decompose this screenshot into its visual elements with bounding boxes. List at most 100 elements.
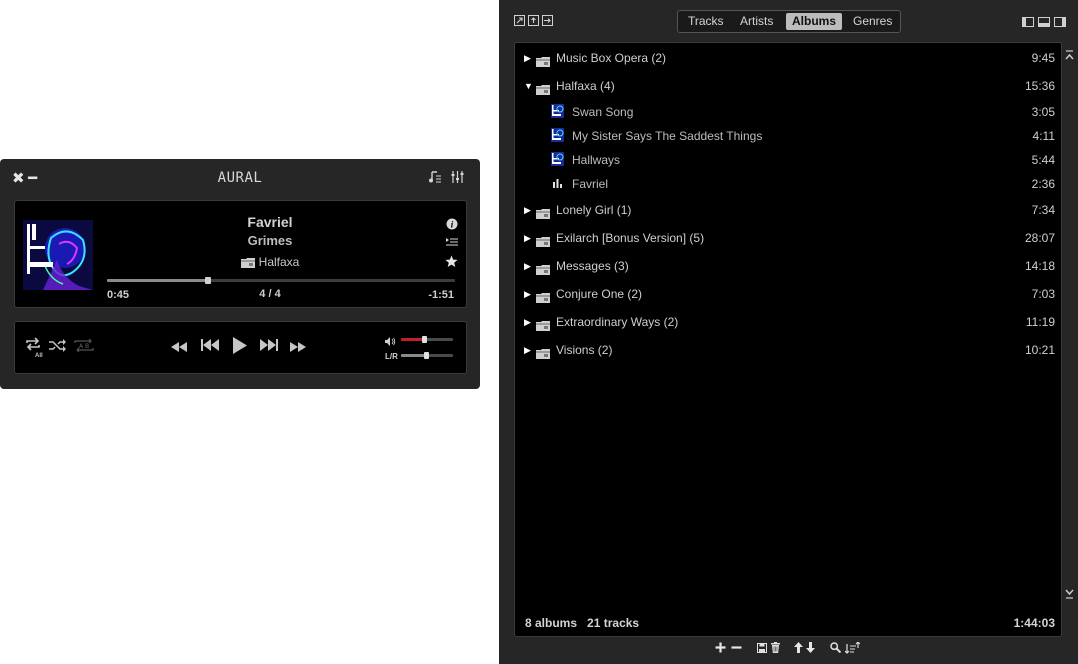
expand-triangle-icon[interactable]: ▶ <box>524 317 531 327</box>
album-row[interactable]: ▶ Music Box Opera (2) 9:45 <box>515 49 1061 73</box>
album-name: Music Box Opera (2) <box>556 51 667 65</box>
album-row[interactable]: ▶ Extraordinary Ways (2) 11:19 <box>515 313 1061 337</box>
volume-fill <box>401 338 425 341</box>
track-duration: 2:36 <box>1031 177 1055 191</box>
album-list[interactable]: ▶ Music Box Opera (2) 9:45 ▼ Halfaxa (4)… <box>514 42 1062 637</box>
info-icon[interactable]: i <box>446 218 458 233</box>
equalizer-icon[interactable] <box>451 171 464 186</box>
previous-track-icon[interactable] <box>201 339 219 355</box>
expand-triangle-icon[interactable]: ▶ <box>524 289 531 299</box>
album-row[interactable]: ▶ Conjure One (2) 7:03 <box>515 285 1061 309</box>
track-duration: 3:05 <box>1031 105 1055 119</box>
album-row[interactable]: ▼ Halfaxa (4) 15:36 <box>515 77 1061 101</box>
album-row[interactable]: ▶ Messages (3) 14:18 <box>515 257 1061 281</box>
controls-panel: All AB L/R <box>14 321 467 374</box>
now-playing-bars-icon <box>551 176 564 190</box>
album-name: Messages (3) <box>556 259 629 273</box>
album-row[interactable]: ▶ Visions (2) 10:21 <box>515 341 1061 365</box>
seek-knob[interactable] <box>204 277 211 284</box>
shuffle-icon[interactable] <box>49 339 68 356</box>
volume-icon[interactable] <box>385 334 396 350</box>
track-name: Favriel <box>572 177 609 191</box>
track-album[interactable]: Halfaxa <box>107 255 433 271</box>
album-count: 8 albums <box>525 616 578 630</box>
playlist-view-icon[interactable] <box>428 171 442 186</box>
left-panel-icon[interactable] <box>1022 17 1034 27</box>
folder-icon <box>240 257 255 271</box>
track-count: 21 tracks <box>587 616 640 630</box>
album-name: Exilarch [Bonus Version] (5) <box>556 231 705 245</box>
scroll-to-bottom-icon[interactable] <box>1065 588 1074 602</box>
seek-forward-icon[interactable] <box>290 340 306 356</box>
track-name: My Sister Says The Saddest Things <box>572 129 763 143</box>
track-row-now-playing[interactable]: Favriel 2:36 <box>515 175 1061 199</box>
album-duration: 7:34 <box>1031 203 1055 217</box>
track-name: Swan Song <box>572 105 634 119</box>
collapse-triangle-icon[interactable]: ▼ <box>524 81 533 91</box>
add-icon[interactable] <box>715 642 726 656</box>
layout-toggles <box>1018 14 1066 32</box>
trash-icon[interactable] <box>771 642 780 656</box>
save-icon[interactable] <box>757 642 767 656</box>
remove-icon[interactable] <box>731 642 742 656</box>
ab-loop-icon[interactable]: AB <box>74 338 94 356</box>
play-icon[interactable] <box>232 336 248 359</box>
album-art-thumbnail-icon <box>551 128 564 142</box>
album-duration: 28:07 <box>1024 231 1055 245</box>
track-album-label: Halfaxa <box>258 255 300 269</box>
now-playing-panel: Favriel Grimes Halfaxa 0:45 4 / 4 -1:51 … <box>14 200 467 308</box>
volume-slider[interactable] <box>401 336 453 343</box>
album-row[interactable]: ▶ Lonely Girl (1) 7:34 <box>515 201 1061 225</box>
folder-icon <box>536 54 550 72</box>
sort-icon[interactable] <box>844 641 861 657</box>
next-track-icon[interactable] <box>260 339 278 355</box>
balance-slider[interactable] <box>401 352 453 359</box>
bottom-panel-icon[interactable] <box>1038 17 1050 27</box>
svg-text:A: A <box>79 343 84 350</box>
album-duration: 11:19 <box>1025 315 1055 329</box>
expand-triangle-icon[interactable]: ▶ <box>524 261 531 271</box>
tab-genres[interactable]: Genres <box>847 13 898 30</box>
album-name: Visions (2) <box>556 343 613 357</box>
expand-icon[interactable] <box>514 15 525 26</box>
move-down-icon[interactable] <box>806 642 815 656</box>
volume-knob[interactable] <box>422 336 428 343</box>
expand-triangle-icon[interactable]: ▶ <box>524 233 531 243</box>
album-row[interactable]: ▶ Exilarch [Bonus Version] (5) 28:07 <box>515 229 1061 253</box>
right-panel-icon[interactable] <box>1054 17 1066 27</box>
tab-albums[interactable]: Albums <box>786 13 843 30</box>
track-duration: 4:11 <box>1032 129 1055 143</box>
track-row[interactable]: Swan Song 3:05 <box>515 103 1061 127</box>
library-window: Tracks Artists Albums Genres ▶ Music Box… <box>499 0 1078 664</box>
expand-triangle-icon[interactable]: ▶ <box>524 345 531 355</box>
dock-icon[interactable] <box>542 15 553 26</box>
track-duration: 5:44 <box>1031 153 1055 167</box>
balance-knob[interactable] <box>423 352 429 359</box>
seek-backward-icon[interactable] <box>171 340 187 356</box>
star-icon[interactable] <box>445 255 458 271</box>
search-icon[interactable] <box>830 642 842 656</box>
track-row[interactable]: My Sister Says The Saddest Things 4:11 <box>515 127 1061 151</box>
tab-tracks[interactable]: Tracks <box>682 13 730 30</box>
balance-label: L/R <box>385 352 398 361</box>
album-duration: 15:36 <box>1024 79 1055 93</box>
expand-triangle-icon[interactable]: ▶ <box>524 205 531 215</box>
folder-icon <box>536 234 550 252</box>
seek-bar[interactable] <box>107 277 455 284</box>
tab-artists[interactable]: Artists <box>734 13 779 30</box>
balance-fill <box>401 354 426 357</box>
album-duration: 7:03 <box>1031 287 1055 301</box>
scroll-to-top-icon[interactable] <box>1065 50 1074 64</box>
move-up-icon[interactable] <box>794 642 803 656</box>
folder-icon <box>536 206 550 224</box>
library-tab-bar: Tracks Artists Albums Genres <box>677 10 901 33</box>
expand-triangle-icon[interactable]: ▶ <box>524 53 531 63</box>
total-duration: 1:44:03 <box>1013 616 1055 630</box>
queue-icon[interactable] <box>446 237 458 250</box>
album-art-thumbnail-icon <box>551 104 564 118</box>
player-titlebar[interactable]: ✖ ━ AURAL <box>0 159 480 197</box>
pop-out-icon[interactable] <box>528 15 539 26</box>
album-duration: 14:18 <box>1024 259 1055 273</box>
track-row[interactable]: Hallways 5:44 <box>515 151 1061 175</box>
remaining-time[interactable]: -1:51 <box>428 289 454 301</box>
